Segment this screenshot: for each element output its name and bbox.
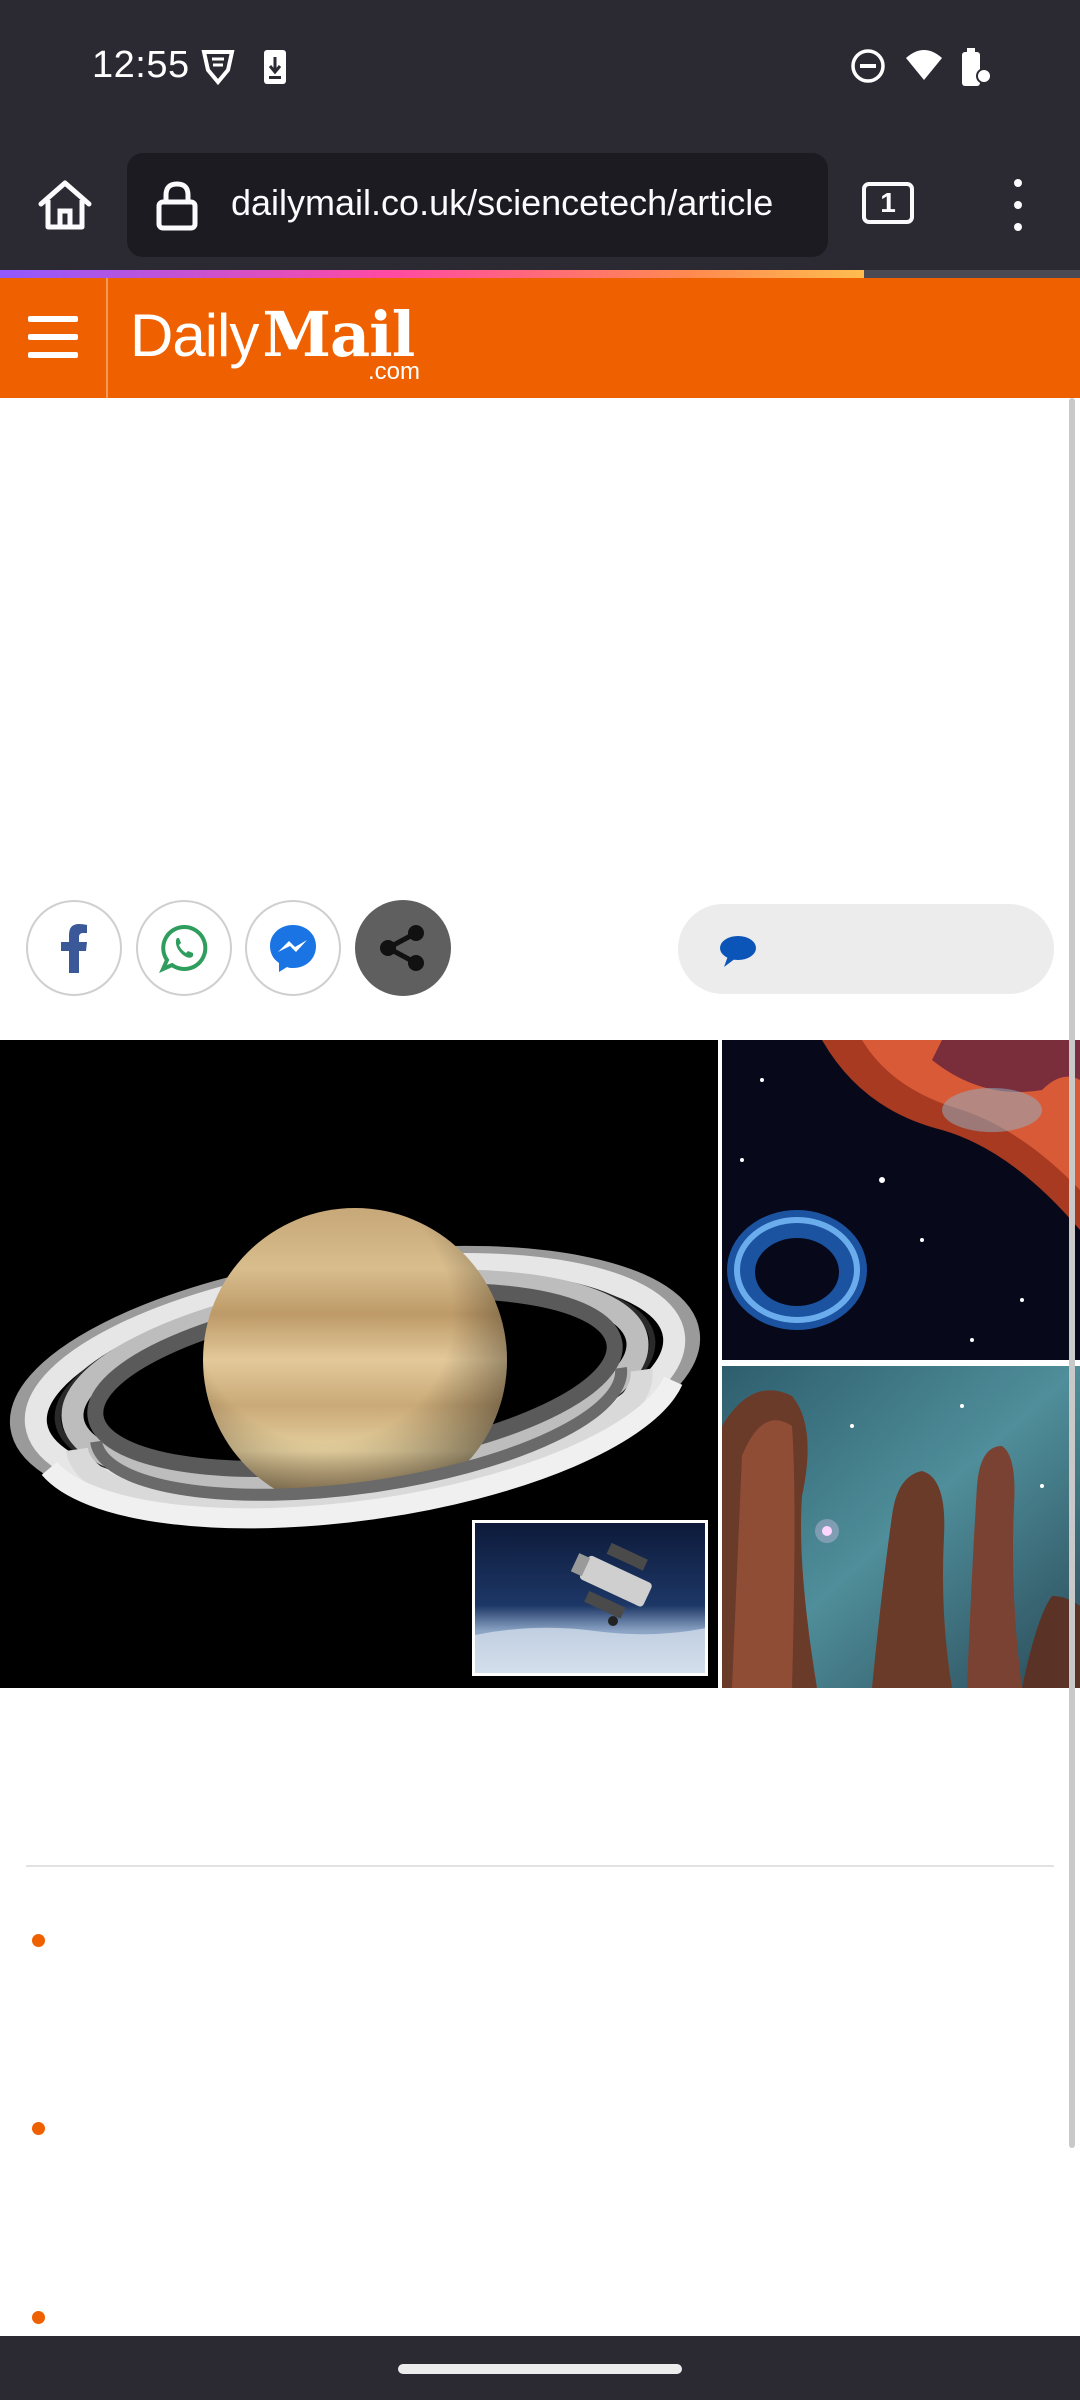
section-divider <box>26 1865 1054 1867</box>
page-load-progress <box>0 270 1080 278</box>
menu-button[interactable] <box>1000 175 1036 235</box>
share-icon <box>380 925 424 971</box>
daily-mail-logo[interactable]: DailyMail .com <box>130 298 420 385</box>
tab-count: 1 <box>880 187 896 218</box>
home-gesture-handle[interactable] <box>398 2364 682 2374</box>
whatsapp-icon <box>159 924 208 973</box>
wifi-icon <box>906 50 942 80</box>
page-load-progress-fill <box>0 270 864 278</box>
do-not-disturb-icon <box>851 49 885 83</box>
logo-daily: Daily <box>130 302 259 369</box>
status-time: 12:55 <box>92 44 190 86</box>
image-collage <box>0 1040 1080 1688</box>
menu-icon-dot <box>1014 223 1022 231</box>
battery-icon <box>962 48 992 86</box>
pillars-of-creation-image[interactable] <box>722 1366 1080 1688</box>
home-icon <box>38 180 92 230</box>
nebula-image[interactable] <box>722 1040 1080 1360</box>
vpn-shield-icon <box>201 50 235 86</box>
system-navigation-bar <box>0 2336 1080 2400</box>
hamburger-icon-line <box>28 334 78 340</box>
facebook-icon <box>61 924 87 973</box>
list-bullet <box>32 1934 45 1947</box>
tabs-button[interactable]: 1 <box>862 182 914 224</box>
header-divider <box>106 278 108 398</box>
menu-icon-dot <box>1014 201 1022 209</box>
hubble-telescope-inset-image[interactable] <box>472 1520 708 1676</box>
pillars-illustration <box>722 1366 1080 1688</box>
download-icon <box>264 50 286 84</box>
hamburger-icon <box>28 316 78 322</box>
hamburger-menu-button[interactable] <box>28 312 78 362</box>
more-share-button[interactable] <box>355 900 451 996</box>
share-row <box>0 890 1080 1010</box>
home-button[interactable] <box>30 170 100 240</box>
comments-button[interactable] <box>678 904 1054 994</box>
whatsapp-share-button[interactable] <box>136 900 232 996</box>
lock-icon <box>156 181 198 231</box>
comment-bubble-icon <box>720 936 756 967</box>
hubble-illustration <box>475 1542 705 1673</box>
saturn-image[interactable] <box>0 1040 718 1688</box>
messenger-share-button[interactable] <box>245 900 341 996</box>
nebula-illustration <box>722 1040 1080 1360</box>
site-header: DailyMail .com <box>0 278 1080 398</box>
browser-toolbar: dailymail.co.uk/sciencetech/article 1 <box>0 140 1080 270</box>
facebook-share-button[interactable] <box>26 900 122 996</box>
list-bullet <box>32 2122 45 2135</box>
status-bar: 12:55 <box>0 0 1080 140</box>
url-fade <box>768 153 828 257</box>
hamburger-icon-line <box>28 352 78 358</box>
messenger-icon <box>270 925 316 972</box>
logo-dotcom: .com <box>368 358 421 385</box>
url-bar[interactable]: dailymail.co.uk/sciencetech/article <box>127 153 828 257</box>
page-scrollbar[interactable] <box>1069 398 1075 2148</box>
url-text: dailymail.co.uk/sciencetech/article <box>231 182 774 223</box>
menu-icon <box>1014 179 1022 187</box>
list-bullet <box>32 2311 45 2324</box>
